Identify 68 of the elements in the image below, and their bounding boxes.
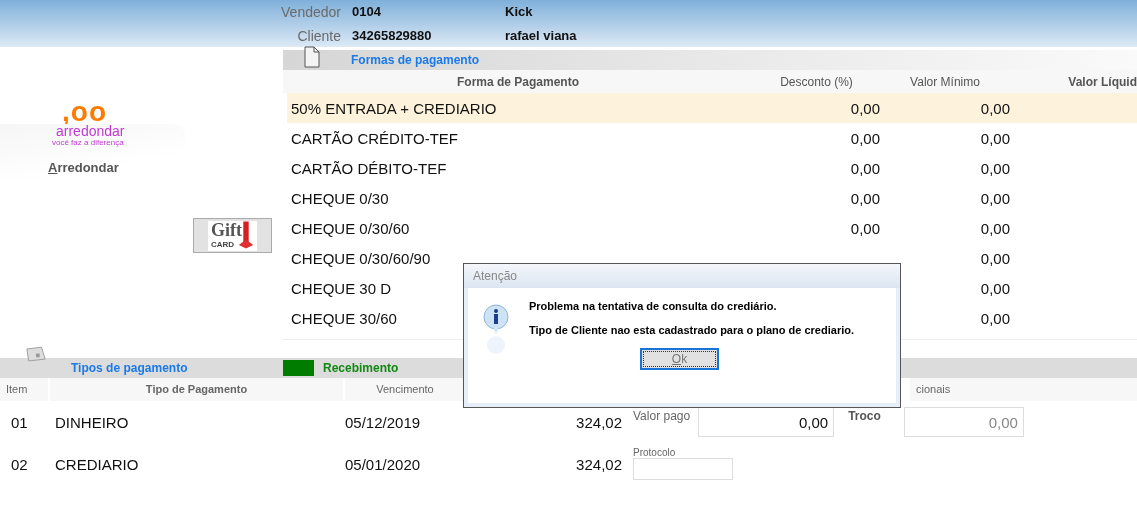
table-cell-text: 05/12/2019	[345, 413, 422, 431]
section-title: Formas de pagamento	[351, 53, 480, 67]
section-title: Recebimento	[323, 361, 399, 375]
table-cell: 0,00	[850, 129, 880, 147]
section-title: Tipos de pagamento	[71, 361, 189, 375]
column-header: cionais	[910, 378, 1137, 401]
logo-tagline: você faz a diferença	[52, 138, 124, 148]
table-cell: 0,00	[980, 159, 1010, 177]
table-cell: 0,00	[980, 129, 1010, 147]
logo-amount: ,oo	[62, 100, 107, 124]
table-cell-text: 02	[10, 455, 29, 473]
table-row[interactable]: CHEQUE 0/30 0,00 0,00	[287, 183, 1137, 213]
table-row[interactable]: 50% ENTRADA + CREDIARIO 0,00 0,00	[287, 93, 1137, 123]
logo-brand: arredondar	[56, 124, 125, 138]
column-header: Valor Mínimo	[909, 74, 981, 89]
field-label: Vendedor	[280, 3, 341, 22]
table-cell: 0,00	[980, 249, 1010, 267]
gift-card-button[interactable]: Gift CARD	[193, 218, 272, 253]
field-value: rafael viana	[505, 27, 578, 45]
table-cell: 0,00	[980, 189, 1010, 207]
table-cell-text: DINHEIRO	[55, 413, 130, 431]
table-cell-text: 50% ENTRADA + CREDIARIO	[290, 99, 498, 117]
dialog-title: Atenção	[464, 264, 900, 288]
document-icon	[304, 46, 320, 68]
table-cell: 0,00	[980, 279, 1010, 297]
field-value: Kick	[505, 3, 534, 21]
table-cell: 0,00	[850, 159, 880, 177]
field-label: Cliente	[296, 27, 341, 46]
table-cell-text: CHEQUE 30 D	[290, 279, 393, 297]
table-cell: 0,00	[980, 309, 1010, 327]
table-cell: 0,00	[850, 189, 880, 207]
info-icon	[481, 304, 511, 354]
column-header: Vencimento	[345, 378, 465, 401]
table-row[interactable]: CARTÃO CRÉDITO-TEF 0,00 0,00	[287, 123, 1137, 153]
field-value: 34265829880	[352, 27, 433, 45]
alert-message: Tipo de Cliente nao esta cadastrado para o plano de crediario.	[529, 324, 854, 336]
input-field[interactable]: 0,00	[698, 407, 835, 437]
table-cell: 0,00	[850, 219, 880, 237]
status-swatch	[283, 360, 314, 376]
table-cell-text: CHEQUE 0/30/60/90	[290, 249, 432, 267]
round-up-button[interactable]: Arredondar	[48, 160, 119, 175]
table-cell-text: CHEQUE 0/30	[290, 189, 390, 207]
input-field[interactable]	[633, 457, 733, 480]
table-cell-text: CREDIARIO	[55, 455, 140, 473]
table-cell-text: 324,02	[575, 413, 622, 431]
column-header: Item	[0, 378, 48, 401]
column-header: Valor Líquid	[1067, 74, 1137, 89]
table-cell: 0,00	[850, 99, 880, 117]
table-row[interactable]: CARTÃO DÉBITO-TEF 0,00 0,00	[287, 153, 1137, 183]
table-cell-text: 05/01/2020	[345, 455, 422, 473]
field-label: Protocolo	[633, 446, 677, 458]
table-cell-text: CHEQUE 0/30/60	[290, 219, 411, 237]
column-header: Forma de Pagamento	[456, 74, 580, 89]
ok-button[interactable]: Ok	[640, 348, 719, 370]
column-header: Desconto (%)	[779, 74, 854, 89]
field-value: 0104	[352, 3, 382, 21]
field-label: Troco	[848, 409, 881, 423]
table-row[interactable]: CHEQUE 0/30/60 0,00 0,00	[287, 213, 1137, 243]
table-cell-text: CARTÃO DÉBITO-TEF	[290, 159, 448, 177]
table-cell: 0,00	[980, 99, 1010, 117]
alert-message: Problema na tentativa de consulta do crediário.	[529, 300, 778, 312]
column-header: Tipo de Pagamento	[50, 378, 343, 401]
table-cell-text: CARTÃO CRÉDITO-TEF	[290, 129, 459, 147]
field-label: Valor pago	[633, 409, 691, 423]
table-cell-text: 01	[10, 413, 29, 431]
table-cell: 0,00	[980, 219, 1010, 237]
table-cell-text: 324,02	[575, 455, 622, 473]
table-cell-text: CHEQUE 30/60	[290, 309, 398, 327]
